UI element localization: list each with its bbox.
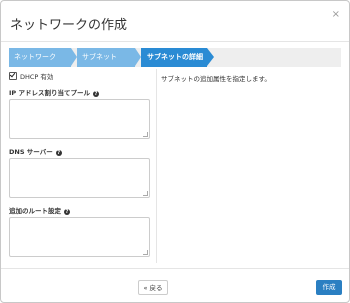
allocation-pools-label-text: IP アドレス割り当てプール (9, 89, 90, 97)
back-button[interactable]: « 戻る (138, 280, 168, 295)
step-network[interactable]: ネットワーク (9, 48, 71, 67)
close-icon[interactable]: × (332, 10, 340, 20)
step-subnet-details[interactable]: サブネットの詳細 (141, 48, 207, 67)
dhcp-checkbox[interactable] (9, 72, 17, 80)
dialog-title: ネットワークの作成 (10, 18, 128, 33)
step-description: サブネットの追加属性を指定します。 (161, 75, 271, 83)
allocation-pools-textarea[interactable] (9, 99, 150, 139)
wizard-steps: ネットワーク サブネット サブネットの詳細 (9, 48, 341, 67)
step-subnet[interactable]: サブネット (77, 48, 135, 67)
host-routes-label: 追加のルート設定? (9, 206, 70, 216)
dhcp-checkbox-row[interactable]: DHCP 有効 (9, 72, 53, 82)
resize-grip-icon[interactable] (143, 132, 148, 137)
host-routes-label-text: 追加のルート設定 (9, 207, 61, 215)
dialog-header: ネットワークの作成 × (1, 1, 349, 42)
step-subnet-label: サブネット (82, 53, 117, 61)
step-subnet-details-label: サブネットの詳細 (147, 53, 203, 61)
help-icon[interactable]: ? (64, 209, 70, 215)
dns-servers-label-text: DNS サーバー (9, 148, 53, 156)
dhcp-label: DHCP 有効 (20, 73, 54, 81)
allocation-pools-label: IP アドレス割り当てプール? (9, 88, 99, 98)
create-button[interactable]: 作成 (316, 280, 342, 295)
create-network-dialog: ネットワークの作成 × ネットワーク サブネット サブネットの詳細 DHCP 有… (0, 0, 350, 303)
dns-servers-label: DNS サーバー? (9, 147, 62, 157)
resize-grip-icon[interactable] (143, 250, 148, 255)
step-subnet-details-arrow (207, 48, 214, 66)
dns-servers-textarea[interactable] (9, 158, 150, 198)
help-icon[interactable]: ? (55, 150, 62, 156)
help-icon[interactable]: ? (92, 91, 99, 97)
footer-divider (1, 268, 349, 269)
step-network-label: ネットワーク (14, 53, 56, 61)
host-routes-textarea[interactable] (9, 217, 150, 257)
column-divider (156, 69, 157, 263)
resize-grip-icon[interactable] (143, 191, 148, 196)
